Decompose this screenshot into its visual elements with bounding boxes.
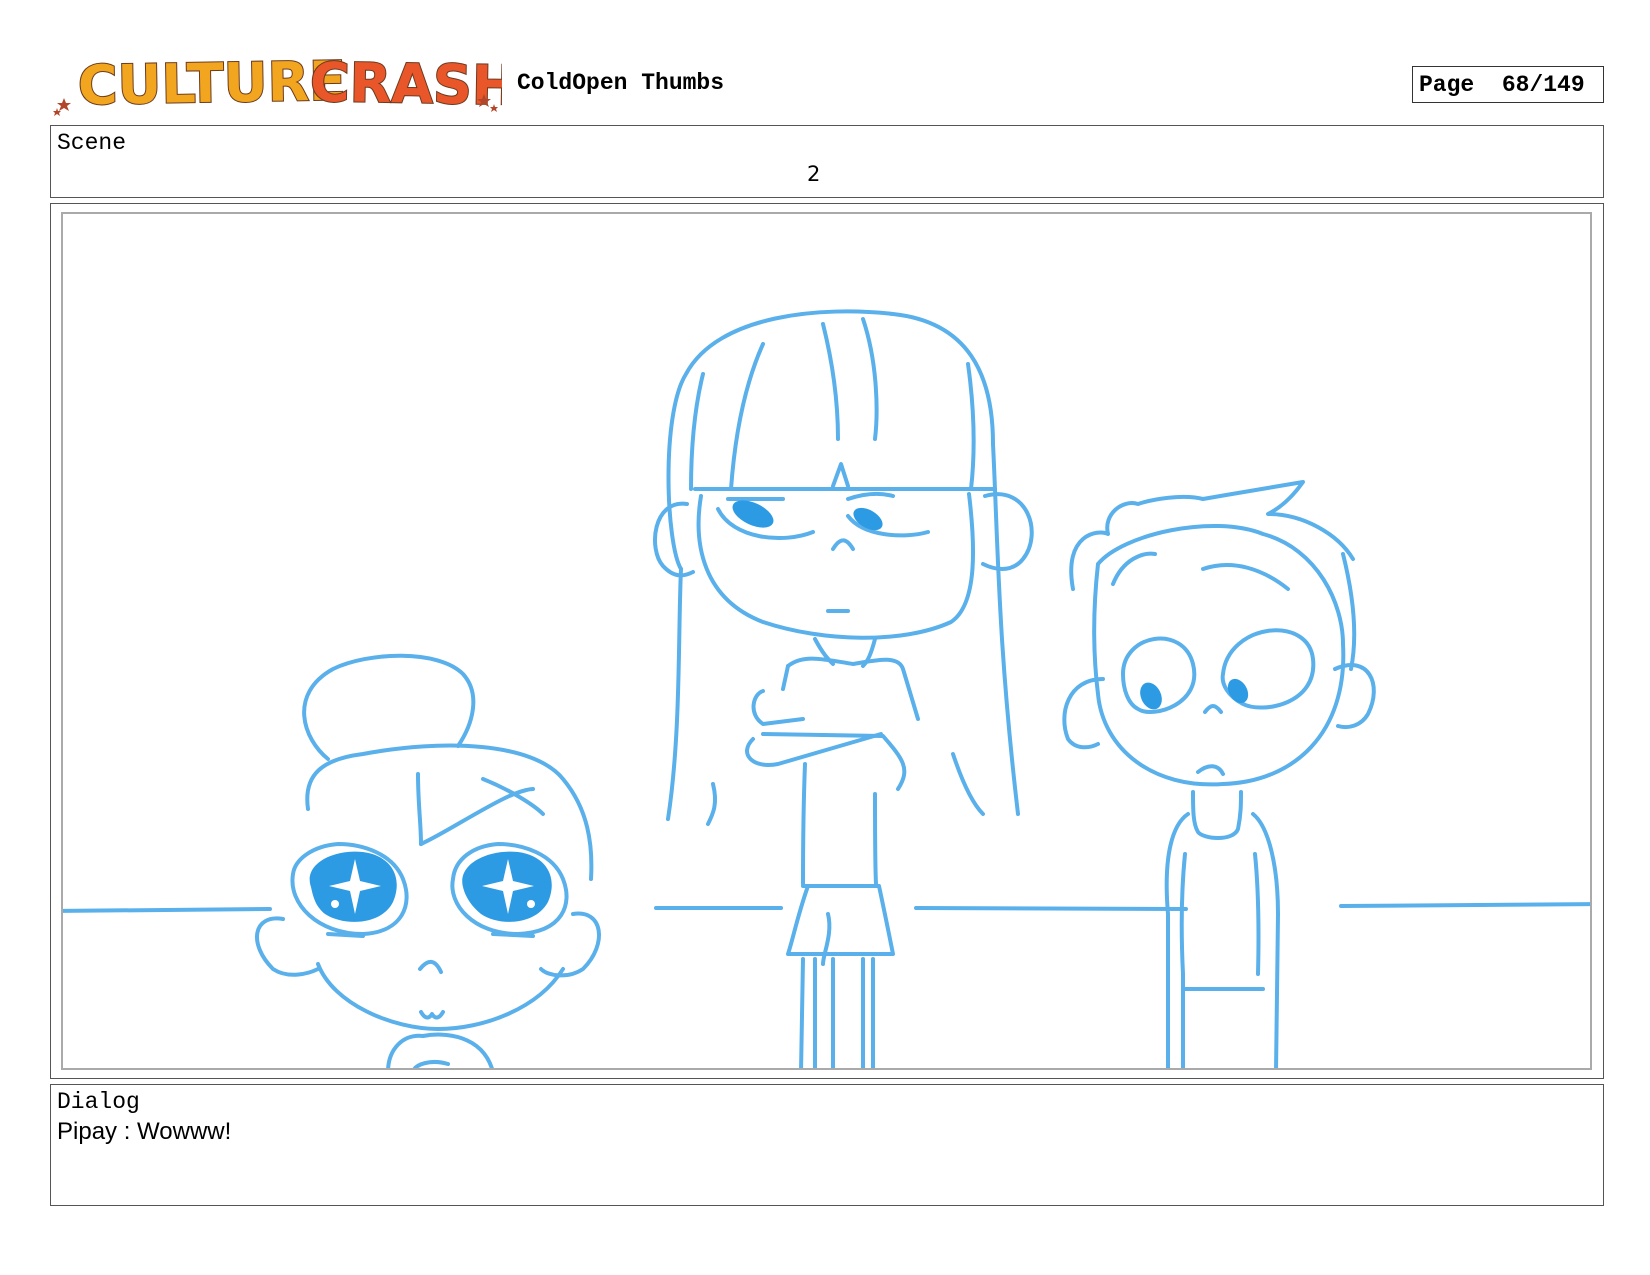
svg-text:CRASH: CRASH [310, 51, 502, 118]
scene-field: Scene 2 [50, 125, 1604, 198]
horizon-line [63, 902, 1590, 913]
dialog-field: Dialog Pipay : Wowww! [50, 1084, 1604, 1206]
scene-label: Scene [57, 130, 127, 156]
document-title: ColdOpen Thumbs [517, 70, 725, 96]
page-label: Page [1419, 71, 1475, 98]
scene-number: 2 [807, 162, 821, 186]
boy-character [1062, 480, 1376, 1068]
svg-text:CULTURE: CULTURE [77, 50, 346, 117]
panel-sketch [63, 309, 1590, 1068]
pipay-character [255, 653, 601, 1068]
dialog-label: Dialog [57, 1089, 140, 1115]
page-number: 68/149 [1501, 71, 1585, 98]
dialog-line: Pipay : Wowww! [57, 1118, 232, 1145]
page-indicator: Page 68/149 [1412, 66, 1604, 103]
culture-crash-logo: CULTURE CRASH [52, 48, 519, 118]
storyboard-panel [61, 212, 1592, 1070]
tall-girl-character [653, 309, 1034, 1068]
